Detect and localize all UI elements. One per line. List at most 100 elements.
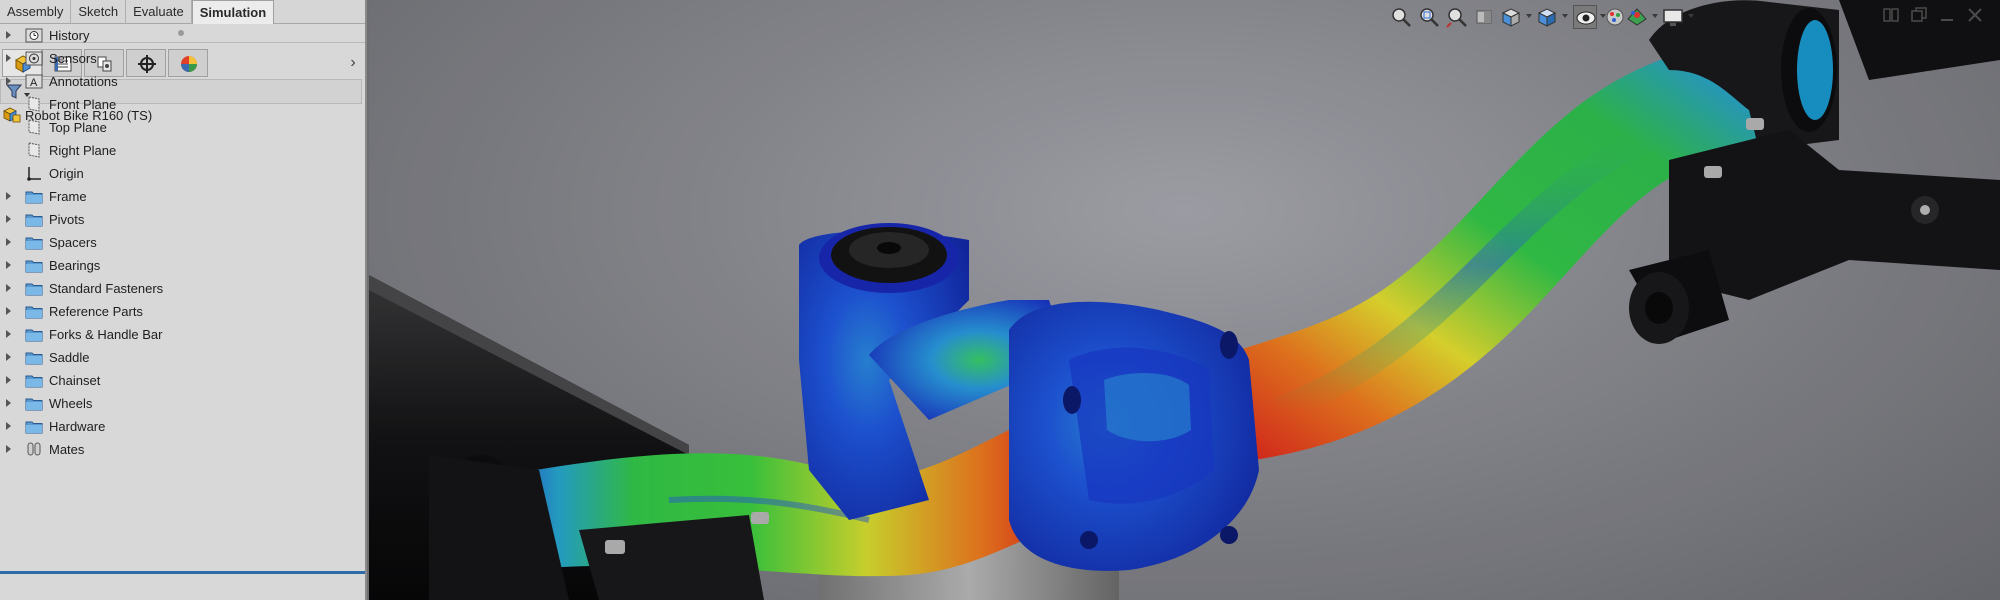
tree-item-bearings[interactable]: Bearings — [0, 254, 365, 277]
tree-item-origin[interactable]: Origin — [0, 162, 365, 185]
origin-icon — [27, 167, 41, 181]
view-orientation-icon — [1501, 8, 1521, 27]
chevron-down-icon[interactable] — [1688, 14, 1694, 18]
close-window-button[interactable] — [1966, 6, 1984, 24]
sensors-icon — [25, 51, 43, 66]
feature-manager-pane: Assembly Sketch Evaluate Simulation › Ro… — [0, 0, 367, 600]
view-settings-icon — [1663, 9, 1683, 26]
expand-arrow-icon[interactable] — [6, 422, 11, 430]
expand-arrow-icon[interactable] — [6, 353, 11, 361]
zoom-to-fit-button[interactable] — [1389, 5, 1413, 29]
tree-item-label: Saddle — [49, 350, 90, 365]
svg-text:A: A — [30, 77, 38, 89]
chevron-down-icon[interactable] — [1526, 14, 1532, 18]
pane-scrollbar[interactable] — [0, 571, 365, 574]
expand-arrow-icon[interactable] — [6, 445, 11, 453]
tab-assembly[interactable]: Assembly — [0, 0, 72, 24]
expand-arrow-icon[interactable] — [6, 54, 11, 62]
tree-item-label: Mates — [49, 442, 85, 457]
tree-item-label: Frame — [49, 189, 87, 204]
tree-item-label: Pivots — [49, 212, 85, 227]
expand-arrow-icon[interactable] — [6, 399, 11, 407]
tree-item-sensors[interactable]: Sensors — [0, 47, 365, 70]
window-controls — [1882, 6, 1992, 26]
tree-item-right-plane[interactable]: Right Plane — [0, 139, 365, 162]
expand-arrow-icon[interactable] — [6, 376, 11, 384]
folder-icon — [25, 352, 43, 365]
expand-arrow-icon[interactable] — [6, 192, 11, 200]
tree-item-wheels[interactable]: Wheels — [0, 392, 365, 415]
section-view-icon — [1476, 10, 1492, 24]
view-settings-button[interactable] — [1661, 5, 1685, 29]
tree-item-label: Sensors — [49, 51, 97, 66]
tree-item-annotations[interactable]: A Annotations — [0, 70, 365, 93]
folder-icon — [25, 421, 43, 434]
folder-icon — [25, 375, 43, 388]
restore-window-button[interactable] — [1910, 6, 1928, 24]
section-view-button[interactable] — [1473, 5, 1497, 29]
expand-arrow-icon[interactable] — [6, 261, 11, 269]
tree-item-label: History — [49, 28, 90, 43]
tree-item-front-plane[interactable]: Front Plane — [0, 93, 365, 116]
chevron-down-icon[interactable] — [1562, 14, 1568, 18]
tile-window-button[interactable] — [1882, 6, 1900, 24]
display-style-icon — [1537, 8, 1557, 27]
folder-icon — [25, 283, 43, 296]
minimize-window-button[interactable] — [1938, 6, 1956, 24]
tree-item-label: Front Plane — [49, 97, 117, 112]
expand-arrow-icon[interactable] — [6, 215, 11, 223]
folder-icon — [25, 260, 43, 273]
restore-icon — [1911, 7, 1927, 22]
chevron-down-icon[interactable] — [1652, 14, 1658, 18]
expand-arrow-icon[interactable] — [6, 307, 11, 315]
zoom-to-area-icon — [1420, 8, 1439, 27]
previous-view-button[interactable] — [1445, 5, 1469, 29]
plane-icon — [28, 119, 40, 135]
tree-item-frame[interactable]: Frame — [0, 185, 365, 208]
folder-icon — [25, 329, 43, 342]
tree-item-spacers[interactable]: Spacers — [0, 231, 365, 254]
tree-item-standard-fasteners[interactable]: Standard Fasteners — [0, 277, 365, 300]
apply-scene-button[interactable] — [1625, 5, 1649, 29]
edit-appearance-button[interactable] — [1603, 5, 1627, 29]
view-orientation-button[interactable] — [1499, 5, 1523, 29]
close-icon — [1968, 8, 1982, 22]
expand-arrow-icon[interactable] — [6, 238, 11, 246]
folder-icon — [25, 191, 43, 204]
command-manager-tabs: Assembly Sketch Evaluate Simulation — [0, 0, 365, 24]
previous-view-icon — [1446, 8, 1467, 28]
tree-item-chainset[interactable]: Chainset — [0, 369, 365, 392]
edit-appearance-icon — [1606, 8, 1624, 26]
folder-icon — [25, 214, 43, 227]
expand-arrow-icon[interactable] — [6, 330, 11, 338]
tree-item-mates[interactable]: Mates — [0, 438, 365, 461]
tree-item-label: Chainset — [49, 373, 101, 388]
hide-show-items-button[interactable] — [1573, 5, 1597, 29]
heads-up-view-toolbar — [1389, 4, 1759, 30]
tree-item-saddle[interactable]: Saddle — [0, 346, 365, 369]
tree-item-top-plane[interactable]: Top Plane — [0, 116, 365, 139]
tree-item-reference-parts[interactable]: Reference Parts — [0, 300, 365, 323]
tree-item-label: Forks & Handle Bar — [49, 327, 163, 342]
stress-plot-model — [369, 0, 2000, 600]
plane-icon — [28, 142, 40, 158]
tree-item-hardware[interactable]: Hardware — [0, 415, 365, 438]
expand-arrow-icon[interactable] — [6, 284, 11, 292]
zoom-to-area-button[interactable] — [1417, 5, 1441, 29]
zoom-to-fit-icon — [1392, 8, 1411, 27]
tab-sketch[interactable]: Sketch — [71, 0, 127, 24]
plane-icon — [28, 96, 40, 112]
expand-arrow-icon[interactable] — [6, 77, 11, 85]
tab-simulation[interactable]: Simulation — [191, 0, 275, 24]
tree-item-forks-handle-bar[interactable]: Forks & Handle Bar — [0, 323, 365, 346]
annotations-icon: A — [25, 74, 43, 89]
expand-arrow-icon[interactable] — [6, 31, 11, 39]
tree-item-history[interactable]: History — [0, 24, 365, 47]
folder-icon — [25, 398, 43, 411]
tree-item-pivots[interactable]: Pivots — [0, 208, 365, 231]
display-style-button[interactable] — [1535, 5, 1559, 29]
tree-item-label: Right Plane — [49, 143, 117, 158]
mates-icon — [27, 442, 41, 456]
tab-evaluate[interactable]: Evaluate — [126, 0, 192, 24]
graphics-viewport[interactable] — [369, 0, 2000, 600]
